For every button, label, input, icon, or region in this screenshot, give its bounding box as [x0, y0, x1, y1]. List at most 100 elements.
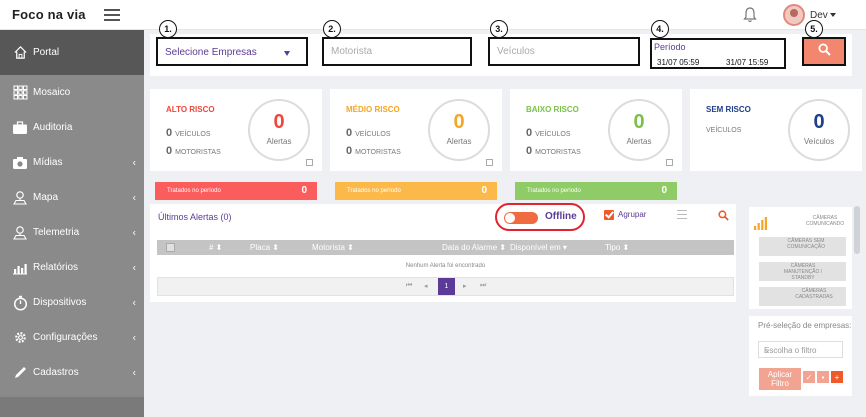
sidebar-item-cadastros[interactable]: Cadastros ‹ — [0, 355, 144, 390]
card-value: 0 — [453, 111, 465, 133]
search-icon — [817, 42, 831, 61]
empresas-select[interactable]: Selecione Empresas — [156, 37, 308, 66]
avatar[interactable] — [783, 4, 805, 26]
treated-value: 0 — [481, 185, 487, 196]
sidebar-item-label: Portal — [33, 47, 60, 58]
column-header-data-alarme[interactable]: Data do Alarme ⬍ — [442, 243, 506, 252]
user-menu-caret-icon[interactable] — [830, 13, 836, 17]
sidebar-item-relatorios[interactable]: Relatórios ‹ — [0, 250, 144, 285]
trash-icon[interactable]: ▪ — [817, 371, 829, 383]
card-title: SEM RISCO — [706, 105, 751, 114]
list-icon[interactable] — [677, 210, 687, 219]
status-sem-comunicacao-box[interactable]: CÂMERAS SEM COMUNICAÇÃO — [759, 237, 846, 256]
agrupar-label: Agrupar — [618, 210, 647, 219]
card-veiculos-row: VEÍCULOS — [706, 127, 742, 134]
check-icon[interactable]: ✓ — [803, 371, 815, 383]
grid-icon — [12, 85, 28, 101]
card-sub: Alertas — [446, 137, 472, 146]
periodo-picker[interactable]: Período 31/07 05:59 31/07 15:59 — [650, 38, 786, 69]
card-value: 0 — [633, 111, 645, 133]
sidebar: Portal Mosaico Auditoria Mídias ‹ Mapa ‹… — [0, 30, 144, 417]
chevron-left-icon: ‹ — [132, 332, 136, 343]
status-sem-comunicacao: CÂMERAS SEM COMUNICAÇÃO — [786, 238, 826, 250]
page-current[interactable]: 1 — [438, 278, 455, 295]
sidebar-item-portal[interactable]: Portal — [0, 30, 144, 75]
date-end[interactable]: 31/07 15:59 — [726, 58, 768, 67]
map-icon — [12, 190, 28, 206]
chevron-left-icon: ‹ — [132, 297, 136, 308]
preselection-select[interactable]: Escolha o filtro ⌄ — [758, 341, 843, 358]
card-motoristas-row: 0 MOTORISTAS — [166, 145, 221, 157]
card-sub: Alertas — [266, 137, 292, 146]
column-header-tipo[interactable]: Tipo ⬍ — [605, 243, 629, 252]
select-all-checkbox[interactable] — [166, 243, 175, 252]
status-cadastradas: CÂMERAS CADASTRADAS — [795, 288, 833, 300]
treated-value: 0 — [301, 185, 307, 196]
date-start[interactable]: 31/07 05:59 — [657, 58, 699, 67]
offline-toggle-label: Offline — [545, 211, 577, 222]
last-page-icon[interactable]: ⏭ — [480, 282, 486, 290]
app-logo[interactable]: Foco na via — [12, 7, 86, 22]
card-title: BAIXO RISCO — [526, 105, 579, 114]
column-header-motorista[interactable]: Motorista ⬍ — [312, 243, 354, 252]
motorista-field[interactable] — [322, 37, 472, 66]
offline-toggle[interactable] — [504, 212, 538, 224]
bell-icon[interactable] — [743, 7, 757, 23]
card-checkbox[interactable] — [666, 159, 673, 166]
next-page-icon[interactable]: ▸ — [463, 282, 467, 290]
alerts-search-icon[interactable] — [718, 208, 729, 226]
gear-icon — [12, 330, 28, 346]
card-title: ALTO RISCO — [166, 105, 215, 114]
stopwatch-icon — [12, 295, 28, 311]
card-title: MÉDIO RISCO — [346, 105, 400, 114]
bar-chart-icon — [12, 260, 28, 276]
plus-icon[interactable]: + — [831, 371, 843, 383]
sidebar-item-configuracoes[interactable]: Configurações ‹ — [0, 320, 144, 355]
veiculos-field[interactable] — [488, 37, 640, 66]
logo-text: Foco na via — [12, 7, 86, 22]
treated-bar-baixo: Tratados no período 0 — [515, 182, 677, 200]
sidebar-item-midias[interactable]: Mídias ‹ — [0, 145, 144, 180]
status-manutencao: CÂMERAS MANUTENÇÃO / STANDBY — [783, 263, 823, 281]
prev-page-icon[interactable]: ◂ — [424, 282, 428, 290]
hamburger-menu-icon[interactable] — [104, 9, 120, 21]
status-cadastradas-box[interactable]: CÂMERAS CADASTRADAS — [759, 287, 846, 306]
card-alto-risco: ALTO RISCO 0 VEÍCULOS 0 MOTORISTAS 0 Alert… — [150, 89, 322, 171]
sidebar-item-label: Mosaico — [33, 87, 71, 98]
sidebar-item-label: Mídias — [33, 157, 63, 168]
sidebar-item-telemetria[interactable]: Telemetria ‹ — [0, 215, 144, 250]
caret-down-icon — [284, 51, 290, 56]
periodo-label: Período — [654, 42, 686, 52]
status-manutencao-box[interactable]: CÂMERAS MANUTENÇÃO / STANDBY — [759, 262, 846, 281]
step-marker-5: 5. — [805, 20, 823, 38]
sidebar-item-mosaico[interactable]: Mosaico — [0, 75, 144, 110]
first-page-icon[interactable]: ⏮ — [406, 282, 412, 290]
sidebar-item-label: Telemetria — [33, 227, 80, 238]
sidebar-item-mapa[interactable]: Mapa ‹ — [0, 180, 144, 215]
apply-filter-button[interactable]: Aplicar Filtro — [759, 368, 801, 390]
chevron-down-icon: ⌄ — [764, 345, 771, 354]
card-sub: Alertas — [626, 137, 652, 146]
scrollbar[interactable] — [854, 206, 860, 254]
sidebar-item-dispositivos[interactable]: Dispositivos ‹ — [0, 285, 144, 320]
chevron-left-icon: ‹ — [132, 227, 136, 238]
veiculos-input[interactable] — [490, 39, 638, 64]
column-header-num[interactable]: # ⬍ — [209, 243, 222, 252]
motorista-input[interactable] — [324, 39, 470, 64]
briefcase-icon — [12, 120, 28, 136]
chevron-left-icon: ‹ — [132, 157, 136, 168]
column-header-disponivel[interactable]: Disponível em ▾ — [510, 243, 567, 252]
sidebar-item-label: Relatórios — [33, 262, 79, 273]
step-marker-1: 1. — [159, 20, 177, 38]
sidebar-item-auditoria[interactable]: Auditoria — [0, 110, 144, 145]
offline-toggle-highlight: Offline — [495, 203, 585, 231]
chevron-left-icon: ‹ — [132, 262, 136, 273]
card-veiculos-row: 0 VEÍCULOS — [346, 127, 391, 139]
card-checkbox[interactable] — [486, 159, 493, 166]
column-header-placa[interactable]: Placa ⬍ — [250, 243, 279, 252]
search-button[interactable] — [802, 37, 846, 66]
sidebar-item-label: Cadastros — [33, 367, 79, 378]
agrupar-checkbox[interactable] — [604, 210, 614, 220]
card-checkbox[interactable] — [306, 159, 313, 166]
treated-label: Tratados no período — [527, 188, 581, 194]
